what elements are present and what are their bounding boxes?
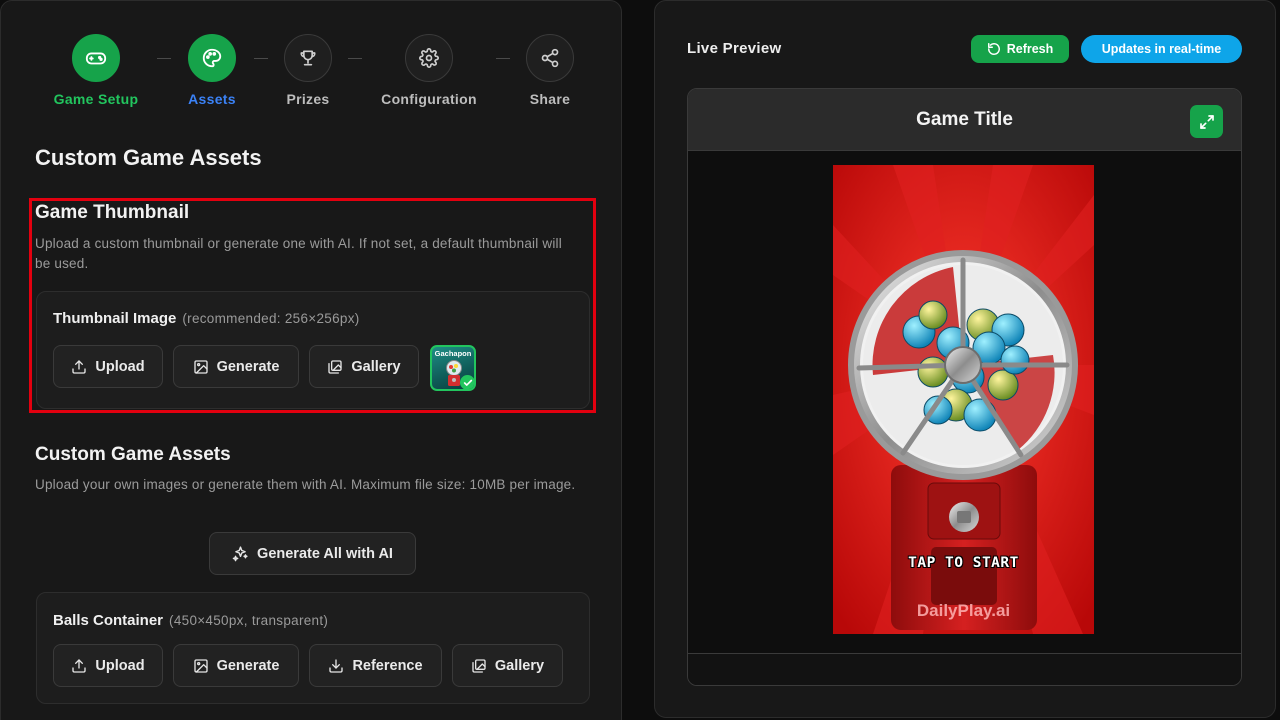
gamepad-icon [72,34,120,82]
balls-reference-button[interactable]: Reference [309,644,442,687]
badge-label: Updates in real-time [1101,42,1222,56]
live-preview-title: Live Preview [687,40,782,57]
gallery-icon [328,359,343,374]
step-prizes[interactable]: Prizes [253,34,363,107]
expand-button[interactable] [1190,105,1223,138]
realtime-badge: Updates in real-time [1081,35,1242,63]
thumbnail-section-title: Game Thumbnail [35,202,190,223]
preview-footer [688,653,1241,685]
button-label: Gallery [494,657,545,674]
upload-icon [72,359,87,374]
step-label: Prizes [286,91,330,107]
game-title: Game Title [916,109,1013,130]
balls-container-header: Balls Container (450×450px, transparent) [53,612,328,629]
step-assets[interactable]: Assets [157,34,267,107]
page-title: Custom Game Assets [35,145,262,170]
step-game-setup[interactable]: Game Setup [41,34,151,107]
share-icon [526,34,574,82]
balls-gallery-button[interactable]: Gallery [452,644,563,687]
palette-icon [188,34,236,82]
asset-editor-panel: Game Setup Assets Prizes Configuration S… [0,0,622,720]
upload-icon [72,658,87,673]
thumbnail-preview-text: Gachapon [434,349,472,358]
brand-watermark: DailyPlay.ai [916,601,1011,620]
button-label: Refresh [1006,42,1054,56]
image-icon [193,658,208,673]
step-share[interactable]: Share [495,34,605,107]
button-label: Generate All with AI [257,545,393,562]
custom-assets-description: Upload your own images or generate them … [35,477,576,492]
thumbnail-card-label: Thumbnail Image [53,310,177,327]
thumbnail-card-header: Thumbnail Image (recommended: 256×256px) [53,310,360,327]
button-label: Generate [216,657,280,674]
step-configuration[interactable]: Configuration [374,34,484,107]
trophy-icon [284,34,332,82]
image-icon [193,359,208,374]
step-label: Configuration [381,91,477,107]
wizard-stepper: Game Setup Assets Prizes Configuration S… [1,1,621,121]
button-label: Generate [216,358,280,375]
preview-header: Game Title [688,89,1241,151]
balls-container-size-hint: (450×450px, transparent) [169,613,329,628]
gear-icon [405,34,453,82]
thumbnail-description: Upload a custom thumbnail or generate on… [35,236,562,271]
step-divider [348,58,362,59]
thumbnail-gallery-button[interactable]: Gallery [309,345,419,388]
selected-check-icon [460,375,474,389]
custom-assets-title: Custom Game Assets [35,444,231,465]
thumbnail-preview-image[interactable]: Gachapon [430,345,476,391]
expand-icon [1199,114,1214,129]
gallery-icon [472,658,486,673]
button-label: Upload [95,657,145,674]
button-label: Reference [352,657,423,674]
step-label: Game Setup [53,91,139,107]
thumbnail-upload-button[interactable]: Upload [53,345,163,388]
refresh-button[interactable]: Refresh [971,35,1069,63]
button-label: Upload [95,358,145,375]
step-label: Share [529,91,571,107]
balls-container-label: Balls Container [53,612,164,629]
download-icon [329,658,344,673]
balls-generate-button[interactable]: Generate [173,644,299,687]
generate-all-button[interactable]: Generate All with AI [209,532,416,575]
step-label: Assets [188,91,236,107]
balls-upload-button[interactable]: Upload [53,644,163,687]
sparkles-icon [232,546,248,562]
game-canvas[interactable]: TAP TO START DailyPlay.ai [833,165,1094,634]
tap-to-start-text: TAP TO START [908,555,1019,571]
button-label: Gallery [351,358,401,375]
thumbnail-generate-button[interactable]: Generate [173,345,299,388]
refresh-icon [987,43,1000,55]
thumbnail-size-hint: (recommended: 256×256px) [182,311,360,326]
